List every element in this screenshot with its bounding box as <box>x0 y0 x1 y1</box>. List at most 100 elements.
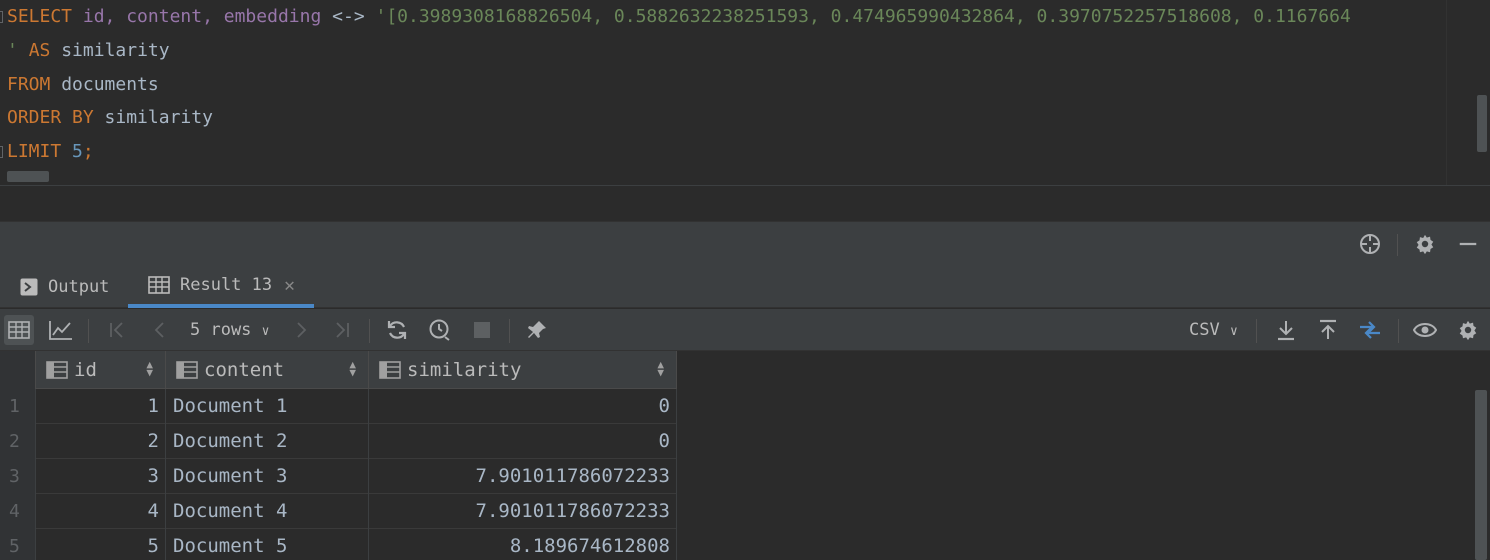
editor-vertical-scrollbar[interactable] <box>1446 0 1490 185</box>
tab-output[interactable]: Output <box>20 266 129 308</box>
result-grid[interactable]: id ▲ ▼ content ▲ ▼ similarity ▲ ▼ 1 1 Docum… <box>0 351 1490 560</box>
cell-content[interactable]: Document 3 <box>166 459 369 494</box>
cell-content[interactable]: Document 2 <box>166 424 369 459</box>
minimize-icon[interactable] <box>1456 232 1480 256</box>
tab-result-13[interactable]: Result 13 ✕ <box>128 266 314 308</box>
code-line-3[interactable]: FROM documents <box>7 68 159 102</box>
chart-view-icon[interactable] <box>46 315 76 345</box>
table-row[interactable]: 5 5 Document 5 8.189674612808 <box>0 529 677 560</box>
gear-icon[interactable] <box>1413 232 1437 256</box>
history-icon[interactable] <box>425 315 455 345</box>
code-line-1[interactable]: SELECT id, content, embedding <-> '[0.39… <box>7 0 1351 34</box>
compare-icon[interactable] <box>1355 315 1385 345</box>
console-icon <box>20 278 38 296</box>
export-format-dropdown[interactable]: CSV ∨ <box>1189 309 1238 351</box>
next-page-icon[interactable] <box>286 315 316 345</box>
editor-horizontal-scrollbar[interactable] <box>7 171 49 182</box>
cell-similarity[interactable]: 8.189674612808 <box>369 529 677 560</box>
stop-icon[interactable] <box>467 315 497 345</box>
table-view-icon[interactable] <box>4 315 34 345</box>
grid-settings-icon[interactable] <box>1453 315 1483 345</box>
column-icon <box>379 361 401 379</box>
fold-marker <box>0 146 3 158</box>
column-name: similarity <box>407 359 522 381</box>
cell-id[interactable]: 4 <box>36 494 166 529</box>
vector-literal: '[0.3989308168826504, 0.5882632238251593… <box>375 6 1351 27</box>
cell-similarity[interactable]: 7.901011786072233 <box>369 494 677 529</box>
eye-icon[interactable] <box>1410 315 1440 345</box>
row-number: 1 <box>0 389 36 424</box>
row-number: 5 <box>0 529 36 560</box>
row-count-label: 5 rows <box>190 320 252 340</box>
table-name: documents <box>61 74 159 95</box>
cell-similarity[interactable]: 7.901011786072233 <box>369 459 677 494</box>
chevron-down-icon: ∨ <box>1229 324 1238 339</box>
row-number: 3 <box>0 459 36 494</box>
download-icon[interactable] <box>1271 315 1301 345</box>
code-line-2[interactable]: ' AS similarity <box>7 34 170 68</box>
quote-close: ' <box>7 40 18 61</box>
row-number: 2 <box>0 424 36 459</box>
operator: <-> <box>332 6 365 27</box>
grid-empty-area <box>677 351 1490 389</box>
cell-id[interactable]: 3 <box>36 459 166 494</box>
previous-page-icon[interactable] <box>145 315 175 345</box>
column-header-content[interactable]: content ▲ ▼ <box>166 351 369 389</box>
keyword-limit: LIMIT <box>7 141 62 162</box>
scroll-thumb[interactable] <box>1475 390 1487 560</box>
table-icon <box>148 276 170 294</box>
sort-icon[interactable]: ▲ ▼ <box>657 359 664 378</box>
table-row[interactable]: 1 1 Document 1 0 <box>0 389 677 424</box>
cell-id[interactable]: 2 <box>36 424 166 459</box>
scroll-thumb[interactable] <box>1477 95 1487 152</box>
row-count-dropdown[interactable]: 5 rows ∨ <box>190 309 270 351</box>
crosshair-icon[interactable] <box>1358 232 1382 256</box>
semicolon: ; <box>82 141 94 162</box>
alias: similarity <box>61 40 170 61</box>
export-format-label: CSV <box>1189 320 1220 340</box>
cell-similarity[interactable]: 0 <box>369 424 677 459</box>
cell-content[interactable]: Document 1 <box>166 389 369 424</box>
keyword-select: SELECT <box>7 6 73 27</box>
toolbar-separator <box>88 319 89 343</box>
cell-content[interactable]: Document 4 <box>166 494 369 529</box>
row-number: 4 <box>0 494 36 529</box>
code-line-5[interactable]: LIMIT 5; <box>7 135 94 169</box>
tab-label: Result 13 <box>180 275 273 295</box>
grid-header: id ▲ ▼ content ▲ ▼ similarity ▲ ▼ <box>0 351 677 389</box>
code-line-4[interactable]: ORDER BY similarity <box>7 101 213 135</box>
toolbar-separator <box>1256 319 1257 343</box>
fold-marker <box>0 11 3 23</box>
result-tabs: Output Result 13 ✕ <box>0 266 1490 308</box>
toolbar-separator <box>509 319 510 343</box>
row-number-header <box>0 351 36 389</box>
order-ident: similarity <box>104 107 213 128</box>
first-page-icon[interactable] <box>102 315 132 345</box>
toolbar-separator <box>369 319 370 343</box>
sort-icon[interactable]: ▲ ▼ <box>146 359 153 378</box>
sort-icon[interactable]: ▲ ▼ <box>349 359 356 378</box>
chevron-down-icon: ∨ <box>261 324 270 339</box>
tab-label: Output <box>48 277 110 297</box>
table-row[interactable]: 4 4 Document 4 7.901011786072233 <box>0 494 677 529</box>
cell-id[interactable]: 1 <box>36 389 166 424</box>
refresh-icon[interactable] <box>382 315 412 345</box>
keyword-from: FROM <box>7 74 51 95</box>
column-icon <box>176 361 198 379</box>
upload-icon[interactable] <box>1313 315 1343 345</box>
cell-id[interactable]: 5 <box>36 529 166 560</box>
cell-content[interactable]: Document 5 <box>166 529 369 560</box>
pin-icon[interactable] <box>522 315 552 345</box>
panel-splitter[interactable] <box>0 186 1490 222</box>
close-icon[interactable]: ✕ <box>284 275 295 296</box>
last-page-icon[interactable] <box>327 315 357 345</box>
sql-editor[interactable]: SELECT id, content, embedding <-> '[0.39… <box>0 0 1490 186</box>
table-row[interactable]: 2 2 Document 2 0 <box>0 424 677 459</box>
table-row[interactable]: 3 3 Document 3 7.901011786072233 <box>0 459 677 494</box>
toolbar-separator <box>1398 319 1399 343</box>
result-toolbar: 5 rows ∨ CSV ∨ <box>0 309 1490 351</box>
header-separator <box>1397 234 1398 256</box>
column-header-similarity[interactable]: similarity ▲ ▼ <box>369 351 677 389</box>
cell-similarity[interactable]: 0 <box>369 389 677 424</box>
column-header-id[interactable]: id ▲ ▼ <box>36 351 166 389</box>
